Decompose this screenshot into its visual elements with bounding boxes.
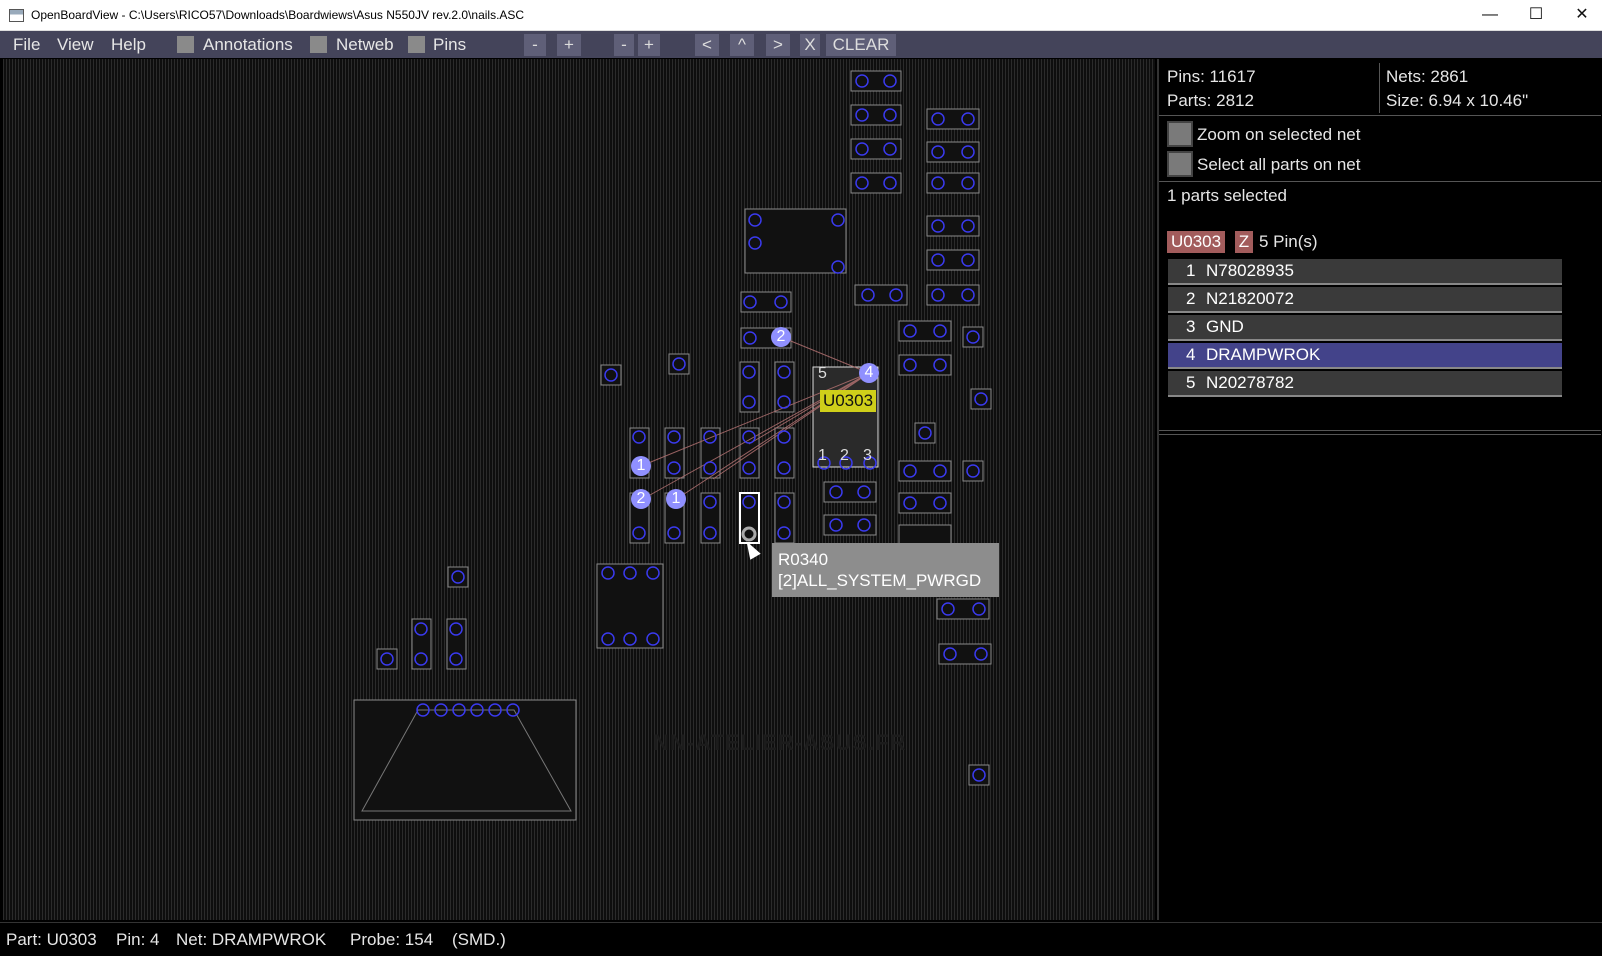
- pin-count: 5 Pin(s): [1259, 232, 1318, 251]
- title-bar: OpenBoardView - C:\Users\RICO57\Download…: [0, 0, 1602, 31]
- annotations-checkbox[interactable]: [177, 36, 194, 53]
- pin-number: 4: [1186, 345, 1196, 364]
- status-probe: Probe: 154: [350, 930, 434, 949]
- status-type: (SMD.): [452, 930, 506, 949]
- clear-button[interactable]: CLEAR: [826, 34, 896, 56]
- status-net: Net: DRAMPWROK: [176, 930, 327, 949]
- menu-bar: File View Help Annotations Netweb Pins -…: [0, 31, 1602, 58]
- zoom-part-button[interactable]: Z: [1235, 231, 1253, 253]
- chip-pin-1-label: 1: [818, 447, 827, 464]
- pin-row[interactable]: 2 N21820072: [1168, 287, 1562, 313]
- net-pin-marker[interactable]: 2: [771, 327, 791, 347]
- status-pin: Pin: 4: [116, 930, 160, 949]
- clear-x-button[interactable]: X: [800, 34, 820, 56]
- divider: [1159, 115, 1601, 116]
- divider: [1159, 434, 1601, 435]
- pins-label: Pins: [433, 35, 467, 54]
- nets-count: Nets: 2861: [1386, 67, 1469, 86]
- nav-right-button[interactable]: >: [766, 34, 790, 56]
- close-button[interactable]: ✕: [1559, 0, 1602, 30]
- zoom-on-net-label: Zoom on selected net: [1197, 125, 1361, 144]
- info-panel: Pins: 11617 Parts: 2812 Nets: 2861 Size:…: [1157, 59, 1602, 920]
- pin-number: 2: [1186, 289, 1196, 308]
- annotations-label: Annotations: [203, 35, 293, 54]
- app-icon: [9, 9, 24, 22]
- pin-row-selected[interactable]: 4 DRAMPWROK: [1168, 343, 1562, 369]
- zoom-in-button[interactable]: +: [557, 34, 581, 56]
- parts-count: Parts: 2812: [1167, 91, 1254, 110]
- zoom-out-button[interactable]: -: [524, 34, 546, 56]
- selected-pin-marker[interactable]: 4: [859, 363, 879, 383]
- selected-count: 1 parts selected: [1167, 186, 1288, 205]
- pin-net: N78028935: [1206, 261, 1294, 280]
- select-all-on-net-checkbox[interactable]: [1167, 151, 1193, 177]
- pin-number: 5: [1186, 373, 1196, 392]
- pins-count: Pins: 11617: [1167, 67, 1256, 86]
- part-annotation-label: U0303: [820, 390, 876, 412]
- pin-net: GND: [1206, 317, 1244, 336]
- chip-pin-2-label: 2: [840, 447, 849, 464]
- pin-number: 1: [1186, 261, 1196, 280]
- pin-net: DRAMPWROK: [1206, 345, 1321, 364]
- pin-tooltip: R0340 [2]ALL_SYSTEM_PWRGD: [772, 543, 999, 597]
- net-pin-marker[interactable]: 2: [631, 489, 651, 509]
- netweb-checkbox[interactable]: [310, 36, 327, 53]
- divider: [1159, 430, 1601, 431]
- maximize-button[interactable]: ☐: [1513, 0, 1559, 30]
- board-drawing: [353, 70, 992, 821]
- pin-net: N21820072: [1206, 289, 1294, 308]
- pin-net: N20278782: [1206, 373, 1294, 392]
- tooltip-net: [2]ALL_SYSTEM_PWRGD: [778, 571, 982, 590]
- status-bar: Part: U0303 Pin: 4 Net: DRAMPWROK Probe:…: [0, 922, 1602, 956]
- menu-help[interactable]: Help: [111, 35, 146, 55]
- rotate-minus-button[interactable]: -: [614, 34, 634, 56]
- net-pin-marker[interactable]: 1: [666, 489, 686, 509]
- part-name-badge[interactable]: U0303: [1167, 231, 1226, 253]
- window-title: OpenBoardView - C:\Users\RICO57\Download…: [31, 8, 525, 22]
- menu-file[interactable]: File: [13, 35, 40, 55]
- divider: [1159, 181, 1601, 182]
- chip-pin-5-label: 5: [818, 365, 827, 382]
- select-all-on-net-label: Select all parts on net: [1197, 155, 1361, 174]
- tooltip-part: R0340: [778, 550, 829, 569]
- pin-row[interactable]: 1 N78028935: [1168, 259, 1562, 285]
- netweb-label: Netweb: [336, 35, 394, 54]
- nav-left-button[interactable]: <: [695, 34, 719, 56]
- minimize-button[interactable]: —: [1467, 0, 1513, 30]
- rotate-plus-button[interactable]: +: [638, 34, 660, 56]
- pin-row[interactable]: 3 GND: [1168, 315, 1562, 341]
- divider: [1379, 63, 1380, 113]
- status-part: Part: U0303: [6, 930, 97, 949]
- pin-number: 3: [1186, 317, 1196, 336]
- net-pin-marker[interactable]: 1: [631, 456, 651, 476]
- chip-pin-3-label: 3: [863, 447, 872, 464]
- zoom-on-net-checkbox[interactable]: [1167, 121, 1193, 147]
- pin-row[interactable]: 5 N20278782: [1168, 371, 1562, 397]
- board-canvas[interactable]: U0303 2 4 5 1 2 3 1 2 1 NN-ATELIER-ASUS.…: [3, 59, 1155, 920]
- pins-checkbox[interactable]: [408, 36, 425, 53]
- watermark: NN-ATELIER-ASUS.FR: [653, 730, 907, 755]
- menu-view[interactable]: View: [57, 35, 94, 55]
- nav-up-button[interactable]: ^: [730, 34, 754, 56]
- board-size: Size: 6.94 x 10.46": [1386, 91, 1529, 110]
